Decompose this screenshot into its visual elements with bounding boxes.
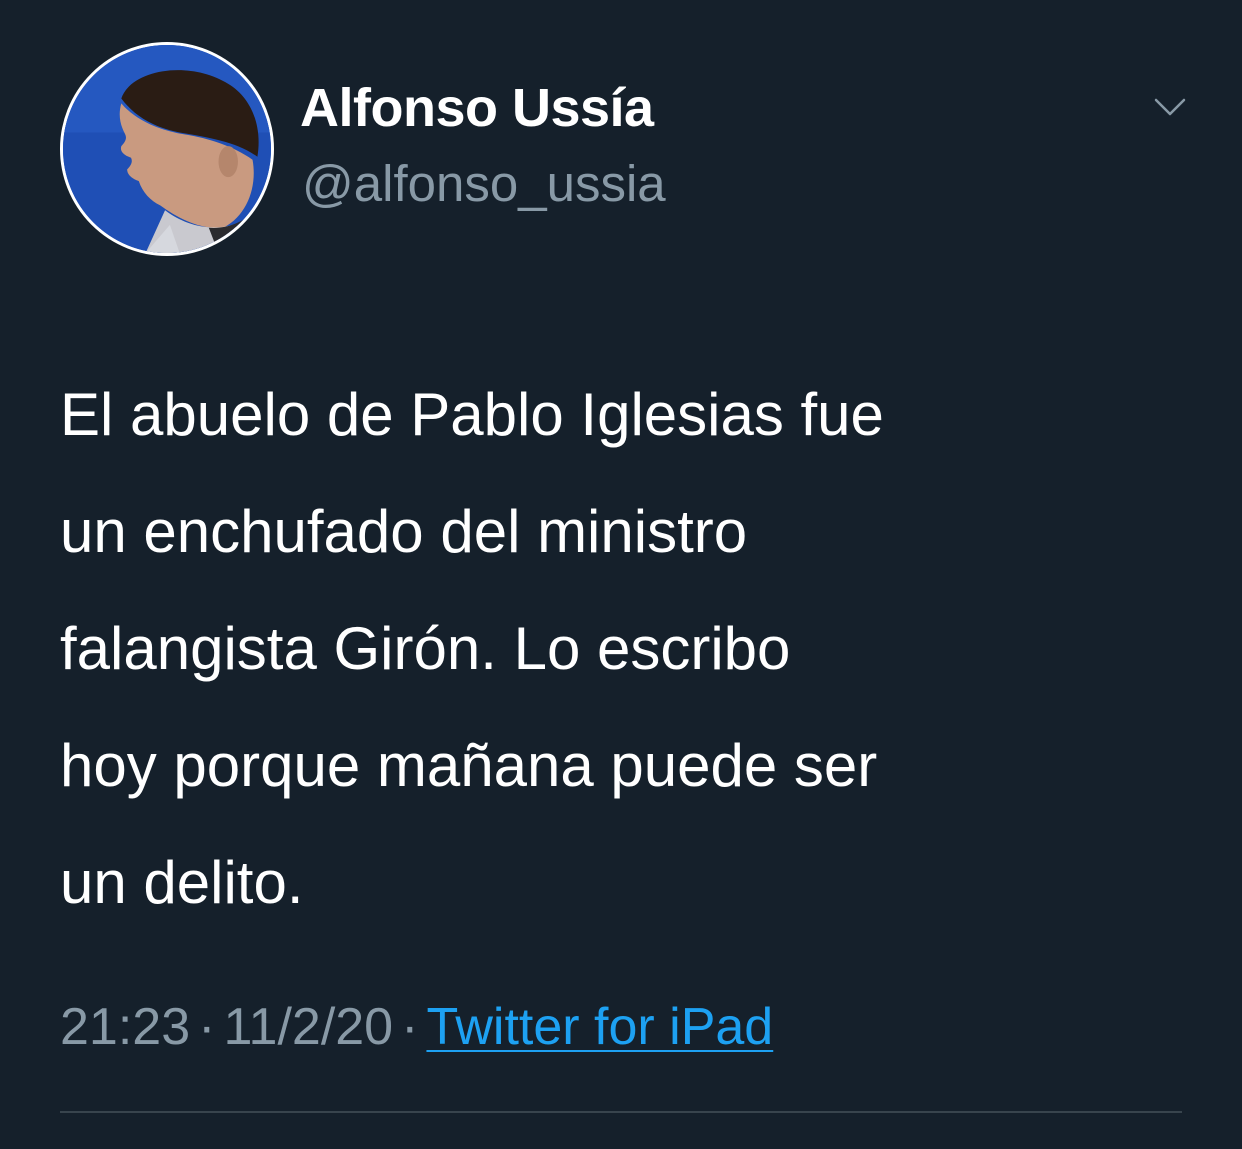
tweet-date: 11/2/20 bbox=[223, 998, 394, 1056]
tweet-source-link[interactable]: Twitter for iPad bbox=[426, 998, 773, 1056]
chevron-down-icon[interactable] bbox=[1148, 86, 1192, 130]
separator: · bbox=[401, 998, 419, 1056]
tweet-text-line: un delito. bbox=[60, 849, 304, 916]
tweet-time: 21:23 bbox=[60, 998, 191, 1056]
separator: · bbox=[198, 998, 216, 1056]
avatar[interactable] bbox=[60, 42, 274, 256]
tweet-text-line: hoy porque mañana puede ser bbox=[60, 732, 878, 799]
tweet-text-line: El abuelo de Pablo Iglesias fue bbox=[60, 381, 884, 448]
divider bbox=[60, 1111, 1182, 1113]
tweet-text-line: un enchufado del ministro bbox=[60, 498, 748, 565]
tweet-text: El abuelo de Pablo Iglesias fue un enchu… bbox=[60, 356, 1200, 941]
user-handle[interactable]: @alfonso_ussia bbox=[302, 152, 666, 216]
profile-photo bbox=[63, 45, 271, 253]
tweet-text-line: falangista Girón. Lo escribo bbox=[60, 615, 791, 682]
display-name[interactable]: Alfonso Ussía bbox=[300, 76, 654, 140]
tweet-detail: Alfonso Ussía @alfonso_ussia El abuelo d… bbox=[0, 0, 1242, 1149]
tweet-metadata: 21:23 · 11/2/20 · Twitter for iPad bbox=[60, 992, 773, 1062]
